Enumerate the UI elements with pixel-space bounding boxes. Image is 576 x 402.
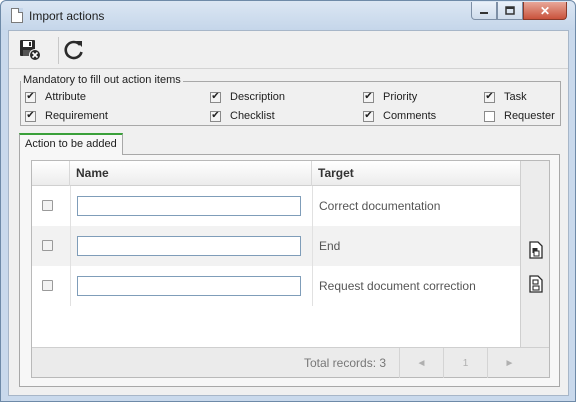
table-row[interactable]: Correct documentation <box>32 186 520 226</box>
name-input[interactable] <box>77 236 301 256</box>
checkbox-label: Task <box>504 91 527 103</box>
checkbox-comments[interactable]: ✔ Comments <box>363 110 436 122</box>
checkbox-requester[interactable]: Requester <box>484 110 555 122</box>
tab-action-to-be-added[interactable]: Action to be added <box>19 133 123 155</box>
toolbar <box>9 31 568 69</box>
import-actions-window: Import actions ✕ Mandatory to fill out a… <box>0 0 576 402</box>
document-copy-icon[interactable] <box>529 275 543 293</box>
checkbox-box[interactable]: ✔ <box>25 110 36 122</box>
title-bar[interactable]: Import actions ✕ <box>1 1 575 30</box>
checkbox-box[interactable]: ✔ <box>484 91 495 103</box>
checkbox-label: Priority <box>383 91 418 103</box>
checkbox-checklist[interactable]: ✔ Checklist <box>210 110 275 122</box>
column-header-target[interactable]: Target <box>312 161 520 186</box>
grid-footer: Total records: 3 ◄ 1 ► <box>32 347 549 378</box>
document-view-icon[interactable] <box>529 241 543 259</box>
checkbox-label: Checklist <box>230 110 275 122</box>
checkbox-label: Attribute <box>45 91 86 103</box>
checkbox-label: Description <box>230 91 286 103</box>
tab-panel: Name Target Correct documentation End Re… <box>19 154 560 387</box>
next-arrow-icon: ► <box>504 357 515 369</box>
row-checkbox[interactable] <box>42 280 53 291</box>
target-cell: Request document correction <box>319 279 476 293</box>
document-icon <box>11 8 23 23</box>
target-cell: End <box>319 239 341 253</box>
prev-page-button[interactable]: ◄ <box>399 348 443 378</box>
save-exit-icon <box>20 40 41 61</box>
refresh-icon <box>64 40 83 60</box>
page-number[interactable]: 1 <box>443 348 487 378</box>
checkbox-label: Requester <box>504 110 555 122</box>
toolbar-separator <box>58 37 59 64</box>
checkbox-requirement[interactable]: ✔ Requirement <box>25 110 108 122</box>
window-controls: ✕ <box>471 2 567 20</box>
mandatory-legend: Mandatory to fill out action items <box>21 74 183 86</box>
column-header-name[interactable]: Name <box>70 161 312 186</box>
maximize-button[interactable] <box>497 2 523 20</box>
checkbox-label: Requirement <box>45 110 108 122</box>
checkbox-box[interactable]: ✔ <box>25 91 36 103</box>
row-checkbox[interactable] <box>42 200 53 211</box>
close-icon: ✕ <box>539 3 551 18</box>
close-button[interactable]: ✕ <box>523 2 567 20</box>
name-input[interactable] <box>77 196 301 216</box>
checkbox-box[interactable] <box>484 110 495 122</box>
maximize-icon <box>505 6 515 15</box>
window-title: Import actions <box>29 9 105 23</box>
checkbox-box[interactable]: ✔ <box>363 110 374 122</box>
grid-side-toolbar <box>520 161 549 347</box>
row-checkbox[interactable] <box>42 240 53 251</box>
minimize-button[interactable] <box>471 2 497 20</box>
table-row[interactable]: Request document correction <box>32 266 520 306</box>
save-exit-button[interactable] <box>17 37 43 63</box>
total-records: Total records: 3 <box>304 356 387 370</box>
checkbox-description[interactable]: ✔ Description <box>210 91 285 103</box>
checkbox-label: Comments <box>383 110 437 122</box>
name-input[interactable] <box>77 276 301 296</box>
dialog-body: Mandatory to fill out action items ✔ Att… <box>8 30 569 396</box>
select-column-header <box>32 161 70 186</box>
grid-header: Name Target <box>32 161 520 186</box>
next-page-button[interactable]: ► <box>487 348 531 378</box>
checkbox-box[interactable]: ✔ <box>210 91 221 103</box>
minimize-icon <box>480 11 488 14</box>
checkbox-priority[interactable]: ✔ Priority <box>363 91 417 103</box>
prev-arrow-icon: ◄ <box>416 357 427 369</box>
actions-grid: Name Target Correct documentation End Re… <box>31 160 550 378</box>
target-cell: Correct documentation <box>319 199 441 213</box>
checkbox-box[interactable]: ✔ <box>363 91 374 103</box>
checkbox-box[interactable]: ✔ <box>210 110 221 122</box>
checkbox-attribute[interactable]: ✔ Attribute <box>25 91 86 103</box>
refresh-button[interactable] <box>61 37 87 63</box>
table-row[interactable]: End <box>32 226 520 266</box>
checkbox-task[interactable]: ✔ Task <box>484 91 527 103</box>
